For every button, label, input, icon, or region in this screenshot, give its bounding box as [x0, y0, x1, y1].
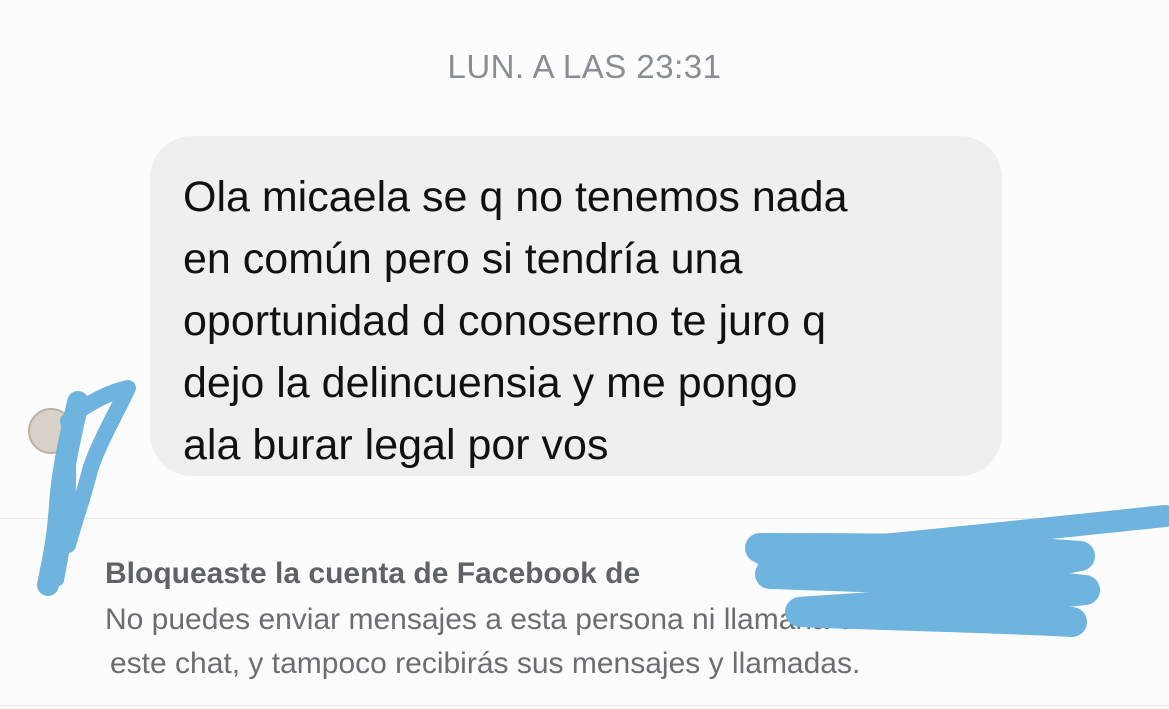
block-notice-divider-bottom: [0, 705, 1169, 706]
message-text-line: ala burar legal por vos: [183, 421, 609, 469]
message-text-line: oportunidad d conoserno te juro q: [183, 297, 827, 345]
redaction-stroke-name: [871, 609, 1049, 634]
received-message-bubble[interactable]: Ola micaela se q no tenemos nada en comú…: [150, 136, 1002, 476]
message-text-line: en común pero si tendría una: [183, 235, 743, 283]
block-notice-divider-top: [0, 518, 1169, 519]
message-timestamp: LUN. A LAS 23:31: [447, 48, 722, 85]
contact-avatar[interactable]: [28, 408, 74, 454]
block-notice-description-line: este chat, y tampoco recibirás sus mensa…: [110, 647, 861, 680]
block-notice-description: No puedes enviar mensajes a esta persona…: [105, 598, 870, 686]
block-notice-title: Bloqueaste la cuenta de Facebook de: [105, 557, 641, 590]
block-notice-description-line: No puedes enviar mensajes a esta persona…: [105, 603, 871, 636]
redaction-stroke-name: [754, 505, 1169, 567]
message-text-line: Ola micaela se q no tenemos nada: [183, 173, 848, 221]
chat-screen: LUN. A LAS 23:31 Ola micaela se q no ten…: [0, 0, 1169, 709]
redaction-stroke-avatar: [60, 380, 136, 553]
message-text-line: dejo la delincuensia y me pongo: [183, 359, 798, 407]
